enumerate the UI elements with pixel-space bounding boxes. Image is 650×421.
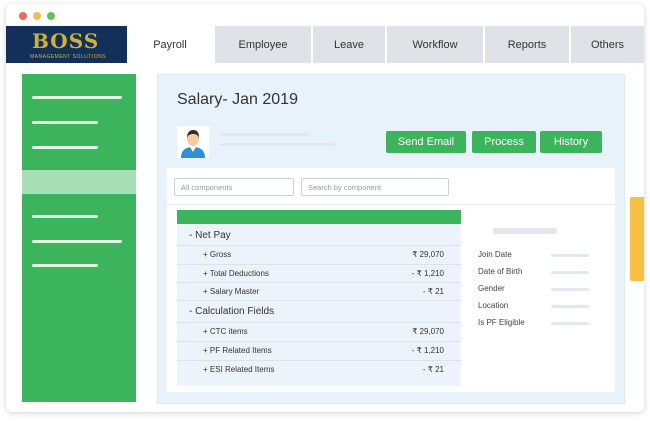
divider xyxy=(167,204,615,205)
scrollbar-thumb[interactable] xyxy=(630,197,644,281)
info-label-pf-eligible: Is PF Eligible xyxy=(478,318,525,327)
title-bar xyxy=(6,4,644,26)
table-row[interactable]: - Net Pay xyxy=(177,226,461,246)
close-window-dot[interactable] xyxy=(19,12,27,20)
tab-employee[interactable]: Employee xyxy=(215,26,311,63)
sidebar-item[interactable] xyxy=(32,240,122,243)
main-tabs: Payroll Employee Leave Workflow Reports … xyxy=(127,26,644,63)
salary-table: - Net Pay + Gross ₹ 29,070 + Total Deduc… xyxy=(177,210,461,386)
info-label-join-date: Join Date xyxy=(478,250,512,259)
sidebar xyxy=(22,74,136,402)
minimize-window-dot[interactable] xyxy=(33,12,41,20)
user-avatar-icon xyxy=(177,126,209,158)
logo-subtitle: MANAGEMENT SOLUTIONS xyxy=(30,54,107,60)
info-value-placeholder xyxy=(551,322,589,325)
process-button[interactable]: Process xyxy=(472,131,536,153)
info-label-gender: Gender xyxy=(478,284,505,293)
logo-text: BOSS xyxy=(32,29,100,53)
info-label-location: Location xyxy=(478,301,509,310)
maximize-window-dot[interactable] xyxy=(47,12,55,20)
info-value-placeholder xyxy=(551,305,589,308)
table-row[interactable]: + Gross ₹ 29,070 xyxy=(177,246,461,265)
page-title: Salary- Jan 2019 xyxy=(177,91,298,108)
tab-leave[interactable]: Leave xyxy=(313,26,385,63)
info-heading-placeholder xyxy=(493,228,557,234)
send-email-button[interactable]: Send Email xyxy=(386,131,466,153)
table-row[interactable]: + Total Deductions - ₹ 1,210 xyxy=(177,265,461,283)
tab-payroll[interactable]: Payroll xyxy=(127,26,213,63)
sidebar-item[interactable] xyxy=(32,146,98,149)
sidebar-item[interactable] xyxy=(32,264,98,267)
sidebar-item[interactable] xyxy=(32,121,98,124)
salary-panel: All components Search by component - Net… xyxy=(167,168,615,392)
sidebar-item-active[interactable] xyxy=(22,170,136,194)
components-filter[interactable]: All components xyxy=(174,178,294,196)
app-window: BOSS MANAGEMENT SOLUTIONS Payroll Employ… xyxy=(6,4,644,412)
sidebar-item[interactable] xyxy=(32,96,122,99)
info-value-placeholder xyxy=(551,254,589,257)
brand-logo[interactable]: BOSS MANAGEMENT SOLUTIONS xyxy=(6,26,127,63)
sidebar-item[interactable] xyxy=(32,215,98,218)
tab-reports[interactable]: Reports xyxy=(485,26,569,63)
employee-name-placeholder xyxy=(220,133,310,136)
tab-others[interactable]: Others xyxy=(571,26,644,63)
table-row[interactable]: + CTC items ₹ 29,070 xyxy=(177,323,461,342)
table-row[interactable]: + ESI Related Items - ₹ 21 xyxy=(177,361,461,380)
table-header xyxy=(177,210,461,224)
history-button[interactable]: History xyxy=(540,131,602,153)
employee-detail-placeholder xyxy=(220,143,336,146)
info-value-placeholder xyxy=(551,288,589,291)
table-row[interactable]: + Salary Master - ₹ 21 xyxy=(177,283,461,301)
tab-workflow[interactable]: Workflow xyxy=(387,26,483,63)
info-value-placeholder xyxy=(551,271,589,274)
main-content: Salary- Jan 2019 Send Email Process Hist… xyxy=(157,74,625,404)
table-row[interactable]: - Calculation Fields xyxy=(177,301,461,323)
info-label-dob: Date of Birth xyxy=(478,267,523,276)
table-row[interactable]: + PF Related Items - ₹ 1,210 xyxy=(177,342,461,361)
search-component-input[interactable]: Search by component xyxy=(301,178,449,196)
employee-info: Join Date Date of Birth Gender Location … xyxy=(478,228,608,378)
